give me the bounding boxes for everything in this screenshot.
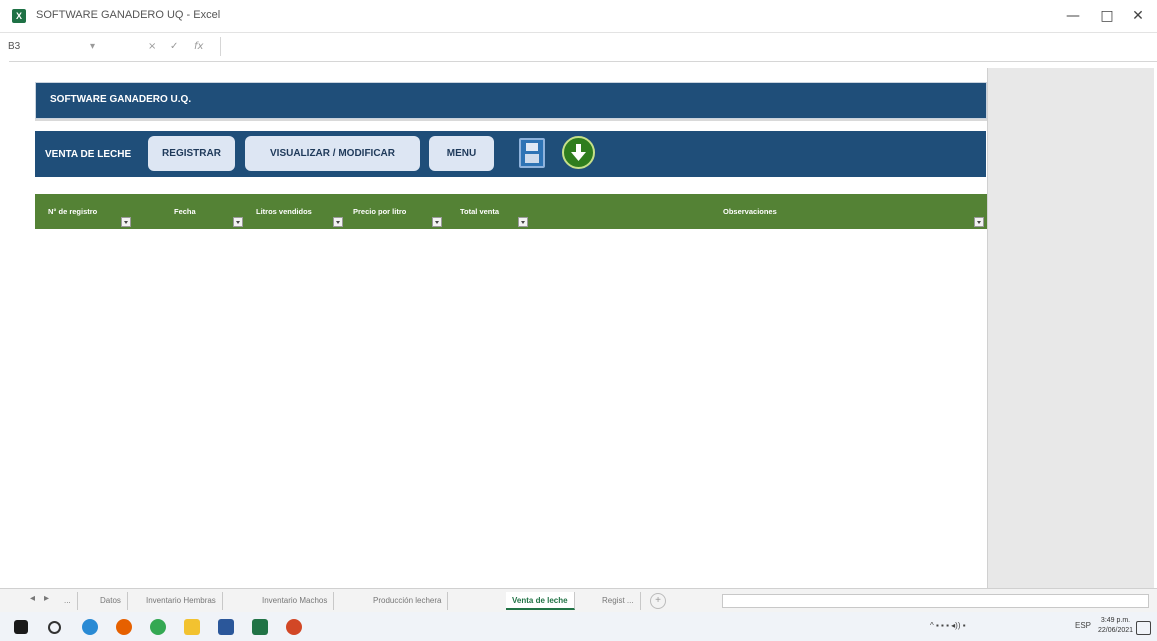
- file-explorer-icon[interactable]: [184, 619, 200, 635]
- edge-icon[interactable]: [82, 619, 98, 635]
- header-fecha: Fecha: [174, 207, 196, 216]
- header-litros-vendidos: Litros vendidos: [256, 207, 312, 216]
- name-box-dropdown-icon[interactable]: ▾: [90, 38, 95, 55]
- name-box[interactable]: B3: [4, 38, 78, 55]
- windows-taskbar: ^ ▪ ▪ ▪ ◂)) ▪ ESP 3:49 p.m. 22/06/2021: [0, 612, 1157, 641]
- cancel-icon[interactable]: ×: [148, 38, 156, 55]
- tab-more[interactable]: ...: [58, 592, 78, 610]
- tab-datos[interactable]: Datos: [94, 592, 128, 610]
- system-tray-icons[interactable]: ^ ▪ ▪ ▪ ◂)) ▪: [930, 621, 966, 630]
- filter-dropdown-icon[interactable]: [518, 217, 528, 227]
- title-banner: SOFTWARE GANADERO U.Q.: [35, 82, 987, 119]
- menu-button[interactable]: MENU: [429, 136, 494, 171]
- formula-bar: B3 ▾ × ✓ fx: [0, 32, 1157, 62]
- nav-banner: VENTA DE LECHE REGISTRAR VISUALIZAR / MO…: [35, 131, 986, 177]
- visualizar-modificar-button[interactable]: VISUALIZAR / MODIFICAR: [245, 136, 420, 171]
- registrar-button[interactable]: REGISTRAR: [148, 136, 235, 171]
- filter-dropdown-icon[interactable]: [121, 217, 131, 227]
- search-icon[interactable]: [48, 621, 61, 634]
- page-title: SOFTWARE GANADERO U.Q.: [50, 94, 192, 105]
- filter-dropdown-icon[interactable]: [333, 217, 343, 227]
- header-observaciones: Observaciones: [723, 207, 777, 216]
- notification-icon[interactable]: [1136, 621, 1151, 635]
- formula-input[interactable]: [220, 37, 1146, 56]
- powerpoint-icon[interactable]: [286, 619, 302, 635]
- tab-inventario-hembras[interactable]: Inventario Hembras: [140, 592, 223, 610]
- sheet-margin: [0, 60, 9, 590]
- clock-time: 3:49 p.m.: [1100, 617, 1131, 624]
- tab-venta-de-leche[interactable]: Venta de leche: [506, 592, 575, 610]
- tab-scroll-right-icon[interactable]: ▸: [44, 593, 49, 604]
- minimize-button[interactable]: —: [1062, 6, 1084, 26]
- maximize-button[interactable]: □: [1096, 6, 1118, 26]
- table-header-row: N° de registro Fecha Litros vendidos Pre…: [35, 194, 987, 229]
- close-button[interactable]: ✕: [1127, 6, 1149, 26]
- tab-produccion-lechera[interactable]: Producción lechera: [367, 592, 449, 610]
- window-titlebar: X SOFTWARE GANADERO UQ - Excel — □ ✕: [0, 0, 1157, 32]
- save-icon[interactable]: [519, 138, 545, 168]
- header-numero-registro: N° de registro: [48, 207, 98, 216]
- clock-date: 22/06/2021: [1098, 627, 1134, 634]
- filter-dropdown-icon[interactable]: [233, 217, 243, 227]
- word-icon[interactable]: [218, 619, 234, 635]
- tab-inventario-machos[interactable]: Inventario Machos: [256, 592, 335, 610]
- section-label: VENTA DE LECHE: [45, 149, 132, 160]
- language-indicator[interactable]: ESP: [1075, 621, 1091, 630]
- chrome-icon[interactable]: [150, 619, 166, 635]
- clock[interactable]: 3:49 p.m. 22/06/2021: [1098, 616, 1133, 636]
- add-sheet-icon[interactable]: +: [650, 593, 666, 609]
- filter-dropdown-icon[interactable]: [432, 217, 442, 227]
- tab-registro[interactable]: Regist ...: [596, 592, 641, 610]
- insert-function-icon[interactable]: fx: [194, 38, 203, 55]
- worksheet-gray-area: [987, 68, 1154, 588]
- filter-dropdown-icon[interactable]: [974, 217, 984, 227]
- enter-icon[interactable]: ✓: [170, 38, 178, 55]
- windows-start-icon[interactable]: [14, 620, 28, 634]
- window-title: SOFTWARE GANADERO UQ - Excel: [36, 9, 221, 21]
- tab-scroll-left-icon[interactable]: ◂: [30, 593, 35, 604]
- excel-taskbar-icon[interactable]: [252, 619, 268, 635]
- sheet-tab-bar: ◂ ▸ ... Datos Inventario Hembras Inventa…: [0, 588, 1157, 613]
- arrow-down-circle-icon[interactable]: [562, 136, 595, 169]
- firefox-icon[interactable]: [116, 619, 132, 635]
- horizontal-scrollbar[interactable]: [722, 594, 1149, 608]
- header-precio-por-litro: Precio por litro: [353, 207, 407, 216]
- header-total-venta: Total venta: [460, 207, 500, 216]
- excel-icon: X: [12, 9, 26, 23]
